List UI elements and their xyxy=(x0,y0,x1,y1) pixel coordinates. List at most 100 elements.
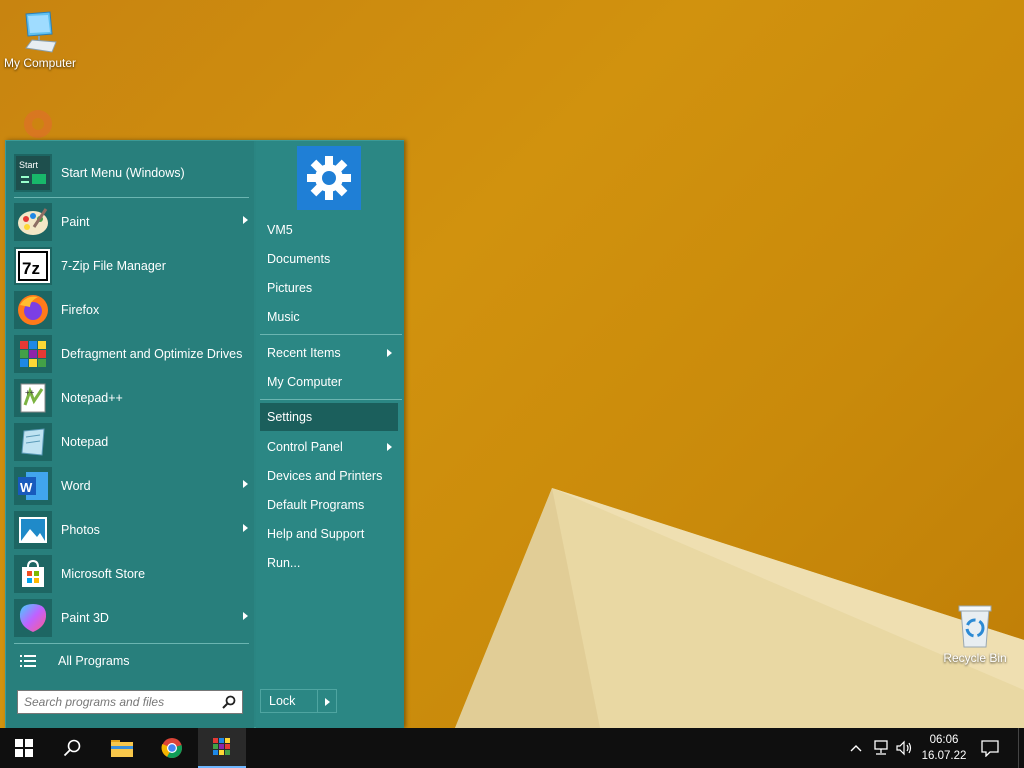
computer-icon xyxy=(25,11,57,53)
faded-desktop-icon xyxy=(16,104,60,138)
notification-icon xyxy=(981,740,999,758)
windows-logo-icon xyxy=(15,739,33,757)
defrag-icon xyxy=(14,335,52,373)
submenu-arrow-icon xyxy=(387,443,392,451)
place-pictures[interactable]: Pictures xyxy=(260,274,398,302)
program-notepadpp[interactable]: ++ Notepad++ xyxy=(10,376,250,420)
separator xyxy=(14,197,249,198)
paint3d-icon xyxy=(14,599,52,637)
program-label: Notepad++ xyxy=(61,390,123,405)
taskbar-search-button[interactable] xyxy=(48,728,96,768)
submenu-arrow-icon xyxy=(243,216,248,224)
place-label: Settings xyxy=(267,410,313,424)
program-label: 7-Zip File Manager xyxy=(61,258,166,273)
search-input[interactable] xyxy=(18,692,222,712)
place-label: Pictures xyxy=(267,281,313,295)
program-defragment[interactable]: Defragment and Optimize Drives xyxy=(10,332,250,376)
program-photos[interactable]: Photos xyxy=(10,508,250,552)
program-label: Word xyxy=(61,478,91,493)
program-label: Defragment and Optimize Drives xyxy=(61,346,243,361)
place-recent-items[interactable]: Recent Items xyxy=(260,339,398,367)
program-paint-3d[interactable]: Paint 3D xyxy=(10,596,250,640)
lock-button[interactable]: Lock xyxy=(260,689,318,713)
submenu-arrow-icon xyxy=(243,612,248,620)
program-paint[interactable]: Paint xyxy=(10,200,250,244)
all-programs-button[interactable]: All Programs xyxy=(10,647,250,675)
place-help-and-support[interactable]: Help and Support xyxy=(260,520,398,548)
separator xyxy=(260,399,402,400)
paint-icon xyxy=(14,203,52,241)
search-box[interactable] xyxy=(17,690,243,714)
recycle-bin-icon xyxy=(958,605,992,648)
svg-text:++: ++ xyxy=(25,388,35,397)
program-label: Photos xyxy=(61,522,100,537)
photos-icon xyxy=(14,511,52,549)
program-7zip[interactable]: 7z 7-Zip File Manager xyxy=(10,244,250,288)
defrag-icon xyxy=(213,738,230,755)
program-label: Notepad xyxy=(61,434,109,449)
all-programs-label: All Programs xyxy=(58,653,130,668)
svg-text:Start: Start xyxy=(19,160,39,170)
taskbar-chrome[interactable] xyxy=(148,728,196,768)
store-icon xyxy=(14,555,52,593)
place-label: Control Panel xyxy=(267,440,343,454)
desktop: My Computer Recycle Bin Start Start Menu… xyxy=(0,0,1024,728)
firefox-icon xyxy=(14,291,52,329)
taskbar: 06:06 16.07.22 xyxy=(0,728,1024,768)
place-music[interactable]: Music xyxy=(260,303,398,331)
taskbar-defrag-app[interactable] xyxy=(198,728,246,768)
settings-tile xyxy=(297,146,361,210)
network-button[interactable] xyxy=(872,740,890,756)
place-label: Devices and Printers xyxy=(267,469,383,483)
separator xyxy=(14,643,249,644)
place-control-panel[interactable]: Control Panel xyxy=(260,433,398,461)
place-label: My Computer xyxy=(267,375,343,389)
notepad-icon xyxy=(14,423,52,461)
clock[interactable]: 06:06 16.07.22 xyxy=(916,732,972,764)
7zip-icon: 7z xyxy=(14,247,52,285)
chrome-icon xyxy=(161,738,182,759)
start-menu-programs-column: Start Start Menu (Windows) Paint 7z 7-Zi… xyxy=(6,141,254,728)
place-default-programs[interactable]: Default Programs xyxy=(260,491,398,519)
place-my-computer[interactable]: My Computer xyxy=(260,368,398,396)
desktop-icon-my-computer[interactable]: My Computer xyxy=(0,10,80,70)
place-label: Default Programs xyxy=(267,498,365,512)
notepadpp-icon: ++ xyxy=(14,379,52,417)
clock-time: 06:06 xyxy=(929,734,959,746)
svg-text:W: W xyxy=(20,480,33,495)
desktop-icon-recycle-bin[interactable]: Recycle Bin xyxy=(935,603,1015,665)
tray-overflow-button[interactable] xyxy=(848,740,864,756)
volume-icon xyxy=(896,740,912,756)
gear-faded-icon xyxy=(24,110,52,138)
start-menu-icon: Start xyxy=(14,154,52,192)
list-icon xyxy=(20,655,36,667)
chevron-up-icon xyxy=(850,745,862,752)
start-button[interactable] xyxy=(0,728,48,768)
program-start-menu[interactable]: Start Start Menu (Windows) xyxy=(10,151,250,195)
program-notepad[interactable]: Notepad xyxy=(10,420,250,464)
lock-label: Lock xyxy=(269,694,296,708)
place-devices-and-printers[interactable]: Devices and Printers xyxy=(260,462,398,490)
place-label: Music xyxy=(267,310,300,324)
clock-date: 16.07.22 xyxy=(921,750,967,762)
program-label: Paint 3D xyxy=(61,610,109,625)
program-microsoft-store[interactable]: Microsoft Store xyxy=(10,552,250,596)
place-label: VM5 xyxy=(267,223,293,237)
program-word[interactable]: W Word xyxy=(10,464,250,508)
place-vm5[interactable]: VM5 xyxy=(260,216,398,244)
show-desktop-button[interactable] xyxy=(1018,728,1024,768)
shutdown-options-button[interactable] xyxy=(317,689,337,713)
network-icon xyxy=(874,740,888,755)
place-label: Documents xyxy=(267,252,331,266)
notifications-button[interactable] xyxy=(980,739,1000,758)
taskbar-file-explorer[interactable] xyxy=(98,728,146,768)
place-documents[interactable]: Documents xyxy=(260,245,398,273)
gear-icon xyxy=(307,156,351,200)
start-menu: Start Start Menu (Windows) Paint 7z 7-Zi… xyxy=(5,140,404,728)
program-firefox[interactable]: Firefox xyxy=(10,288,250,332)
search-icon[interactable] xyxy=(222,695,236,709)
place-run[interactable]: Run... xyxy=(260,549,398,577)
program-label: Firefox xyxy=(61,302,100,317)
volume-button[interactable] xyxy=(896,740,914,756)
place-settings[interactable]: Settings xyxy=(260,403,398,431)
